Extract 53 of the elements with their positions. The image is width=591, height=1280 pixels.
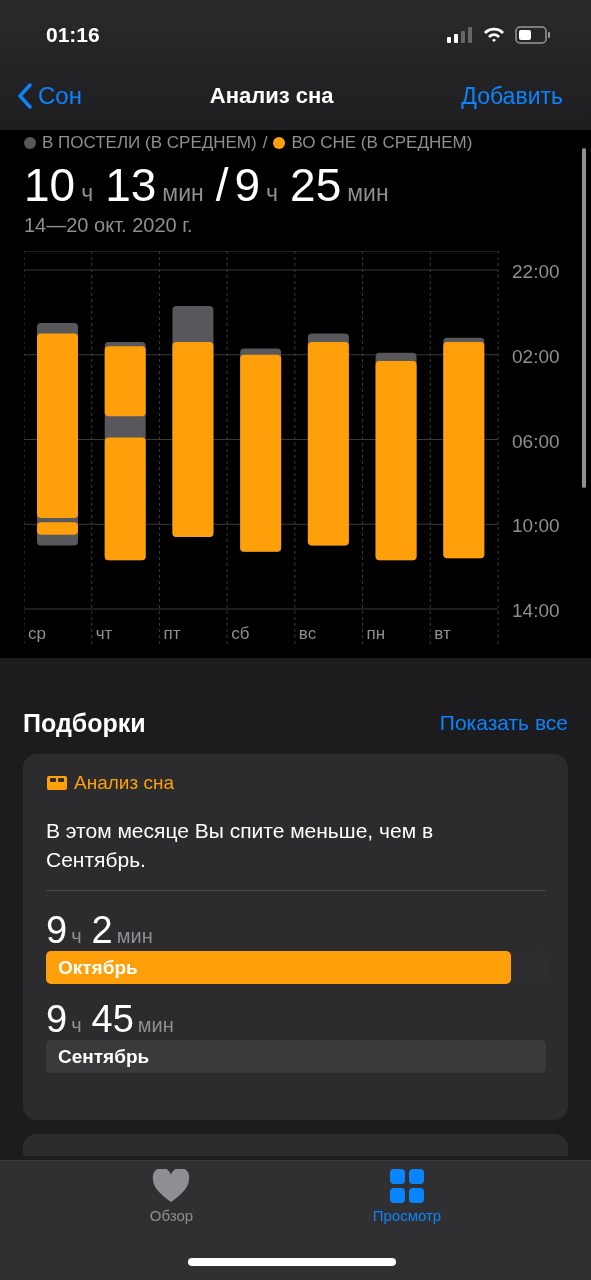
tab-item[interactable]: Просмотр <box>366 1169 448 1235</box>
hours-value: 10 <box>24 158 76 212</box>
day-label: сб <box>231 624 250 643</box>
wifi-icon <box>483 27 505 43</box>
day-label: вс <box>298 624 317 643</box>
show-all-link[interactable]: Показать все <box>439 711 568 735</box>
minutes-value: 13 <box>105 158 157 212</box>
hours-value: 9 <box>234 158 261 212</box>
minutes-value: 25 <box>290 158 342 212</box>
date-range: 14—20 окт. 2020 г. <box>24 214 194 237</box>
time-label: 10:00 <box>512 515 560 537</box>
chevron-left-icon <box>18 83 32 109</box>
minutes-unit: мин <box>347 180 389 207</box>
minutes-unit: мин <box>137 1014 174 1037</box>
day-label: ср <box>28 624 46 643</box>
signal-icon <box>447 27 473 43</box>
minutes-value: 45 <box>91 998 134 1041</box>
value-separator: / <box>215 158 229 212</box>
bed-icon <box>46 775 68 791</box>
time-label: 02:00 <box>512 345 560 367</box>
tab-item[interactable]: Обзор <box>143 1169 200 1235</box>
time-label: 06:00 <box>512 430 560 452</box>
time-label: 22:00 <box>512 261 560 282</box>
hours-unit: ч <box>71 925 82 948</box>
card-text: В этом месяце Вы спите меньше, чем в Сентябрь. <box>46 818 435 873</box>
section-title: Подборки <box>23 708 146 738</box>
minutes-unit: мин <box>162 180 204 207</box>
day-label: пт <box>163 624 181 643</box>
hours-unit: ч <box>81 180 94 207</box>
minutes-unit: мин <box>116 925 153 948</box>
day-label: пн <box>366 624 386 643</box>
time-label: 14:00 <box>512 600 560 621</box>
comparison-bar: Октябрь <box>46 951 511 984</box>
add-button[interactable]: Добавить <box>461 82 563 110</box>
comparison-bar: Сентябрь <box>46 1040 546 1073</box>
minutes-value: 2 <box>91 909 113 952</box>
legend-separator: / <box>262 133 268 153</box>
hours-unit: ч <box>266 180 279 207</box>
grid-icon <box>389 1169 424 1203</box>
battery-icon <box>515 26 551 44</box>
hours-unit: ч <box>71 1014 82 1037</box>
hours-value: 9 <box>46 909 68 952</box>
highlight-card[interactable]: Анализ сна В этом месяце Вы спите меньше, чем в Сентябрь. 9 ч 2 мин Октябрь 9 ч 45 мин Сентябрь <box>23 754 568 1120</box>
status-time: 01:16 <box>46 23 100 47</box>
back-button[interactable]: Сон <box>18 82 82 110</box>
card-category: Анализ сна <box>74 772 174 794</box>
day-label: вт <box>434 624 451 643</box>
screen-title: Анализ сна <box>209 83 334 109</box>
hours-value: 9 <box>46 998 68 1041</box>
heart-icon <box>152 1169 191 1203</box>
legend-label: ВО СНЕ (В СРЕДНЕМ) <box>291 133 473 153</box>
legend-label: В ПОСТЕЛИ (В СРЕДНЕМ) <box>42 133 257 153</box>
day-label: чт <box>95 624 113 643</box>
